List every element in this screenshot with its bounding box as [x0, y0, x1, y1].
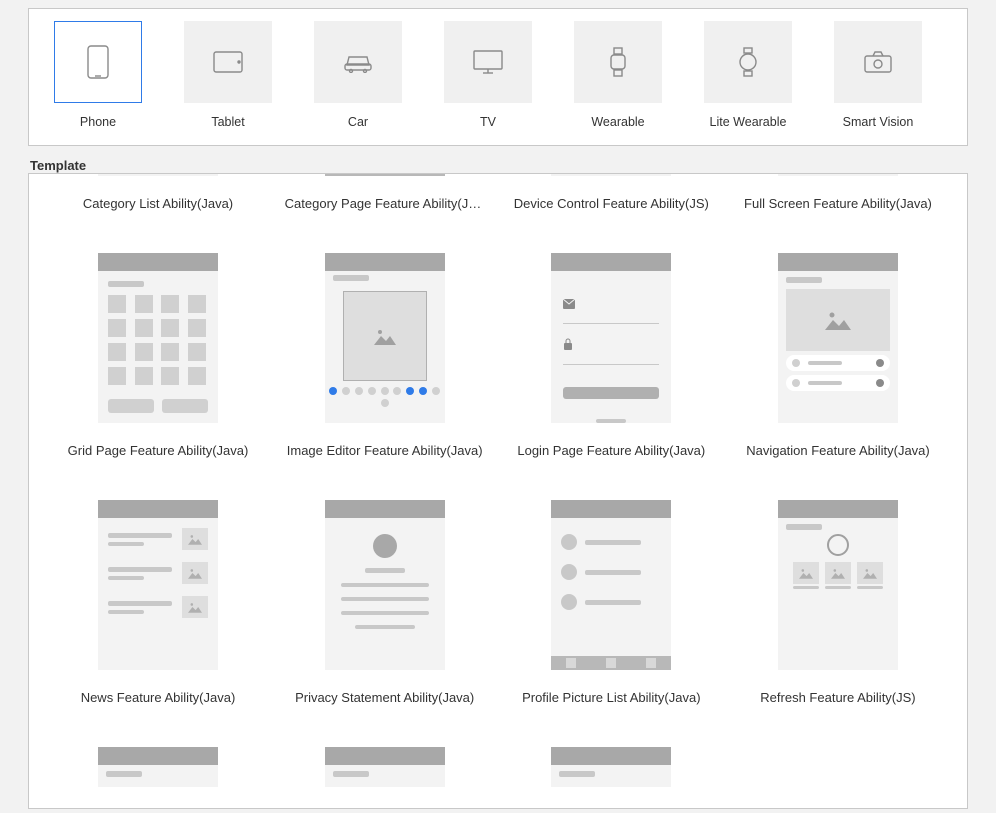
- lock-icon: [563, 338, 573, 350]
- device-option-wearable[interactable]: Wearable: [573, 21, 663, 129]
- tablet-icon-tile: [184, 21, 272, 103]
- template-thumbnail: [778, 253, 898, 423]
- template-title: Profile Picture List Ability(Java): [511, 690, 711, 705]
- template-title: Device Control Feature Ability(JS): [511, 196, 711, 211]
- template-item[interactable]: Image Editor Feature Ability(Java): [280, 253, 490, 458]
- template-thumbnail: [778, 500, 898, 670]
- template-thumbnail: [551, 253, 671, 423]
- template-thumbnail: [325, 747, 445, 787]
- device-type-row: Phone Tablet Car TV: [41, 21, 955, 129]
- template-item[interactable]: Category List Ability(Java): [53, 174, 263, 211]
- camera-icon: [864, 51, 892, 73]
- phone-icon: [87, 45, 109, 79]
- lite-wearable-icon-tile: [704, 21, 792, 103]
- car-icon: [343, 51, 373, 73]
- template-thumbnail: [98, 500, 218, 670]
- template-item[interactable]: Navigation Feature Ability(Java): [733, 253, 943, 458]
- tablet-icon: [213, 51, 243, 73]
- template-thumbnail: [551, 174, 671, 176]
- watch-icon: [608, 47, 628, 77]
- template-item[interactable]: Login Page Feature Ability(Java): [506, 253, 716, 458]
- device-option-tablet[interactable]: Tablet: [183, 21, 273, 129]
- mail-icon: [563, 299, 575, 309]
- template-item[interactable]: Privacy Statement Ability(Java): [280, 500, 490, 705]
- template-title: Category Page Feature Ability(Jav...: [285, 196, 485, 211]
- device-label: TV: [480, 115, 496, 129]
- template-item[interactable]: Device Control Feature Ability(JS): [506, 174, 716, 211]
- template-thumbnail: [551, 747, 671, 787]
- phone-icon-tile: [54, 21, 142, 103]
- smart-vision-icon-tile: [834, 21, 922, 103]
- template-item[interactable]: [53, 747, 263, 807]
- device-option-lite-wearable[interactable]: Lite Wearable: [703, 21, 793, 129]
- template-item[interactable]: Grid Page Feature Ability(Java): [53, 253, 263, 458]
- device-label: Phone: [80, 115, 116, 129]
- template-thumbnail: [98, 253, 218, 423]
- car-icon-tile: [314, 21, 402, 103]
- template-item[interactable]: [506, 747, 716, 807]
- tv-icon: [473, 50, 503, 74]
- template-title: Refresh Feature Ability(JS): [738, 690, 938, 705]
- template-thumbnail: [325, 500, 445, 670]
- template-item[interactable]: Refresh Feature Ability(JS): [733, 500, 943, 705]
- device-option-car[interactable]: Car: [313, 21, 403, 129]
- device-label: Car: [348, 115, 368, 129]
- template-thumbnail: [98, 174, 218, 176]
- template-thumbnail: [325, 174, 445, 176]
- device-option-tv[interactable]: TV: [443, 21, 533, 129]
- template-item[interactable]: News Feature Ability(Java): [53, 500, 263, 705]
- template-thumbnail: [98, 747, 218, 787]
- wearable-icon-tile: [574, 21, 662, 103]
- device-label: Wearable: [591, 115, 644, 129]
- template-section-label: Template: [30, 158, 968, 173]
- template-item[interactable]: Category Page Feature Ability(Jav...: [280, 174, 490, 211]
- template-title: News Feature Ability(Java): [58, 690, 258, 705]
- template-scroll-area[interactable]: Category List Ability(Java) Category Pag…: [29, 174, 967, 808]
- template-title: Grid Page Feature Ability(Java): [58, 443, 258, 458]
- watch-round-icon: [738, 47, 758, 77]
- template-item[interactable]: Profile Picture List Ability(Java): [506, 500, 716, 705]
- template-title: Full Screen Feature Ability(Java): [738, 196, 938, 211]
- device-label: Smart Vision: [843, 115, 914, 129]
- device-type-panel: Phone Tablet Car TV: [28, 8, 968, 146]
- template-item[interactable]: Full Screen Feature Ability(Java): [733, 174, 943, 211]
- template-thumbnail: [551, 500, 671, 670]
- tv-icon-tile: [444, 21, 532, 103]
- template-item[interactable]: [280, 747, 490, 807]
- device-option-phone[interactable]: Phone: [53, 21, 143, 129]
- refresh-icon: [827, 534, 849, 556]
- template-title: Login Page Feature Ability(Java): [511, 443, 711, 458]
- template-title: Navigation Feature Ability(Java): [738, 443, 938, 458]
- template-title: Privacy Statement Ability(Java): [285, 690, 485, 705]
- device-label: Lite Wearable: [710, 115, 787, 129]
- template-title: Image Editor Feature Ability(Java): [285, 443, 485, 458]
- template-thumbnail: [325, 253, 445, 423]
- device-label: Tablet: [211, 115, 244, 129]
- template-thumbnail: [778, 174, 898, 176]
- template-grid: Category List Ability(Java) Category Pag…: [53, 174, 943, 807]
- device-option-smart-vision[interactable]: Smart Vision: [833, 21, 923, 129]
- template-title: Category List Ability(Java): [58, 196, 258, 211]
- template-panel: Category List Ability(Java) Category Pag…: [28, 173, 968, 809]
